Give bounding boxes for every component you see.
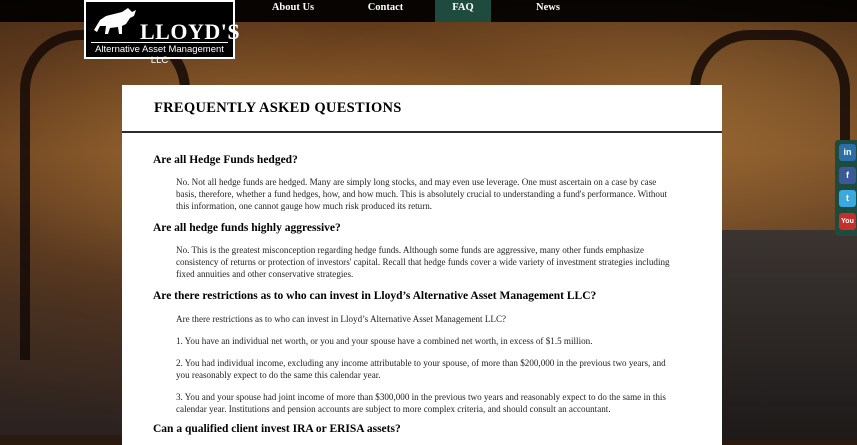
faq-question: Are all Hedge Funds hedged? (153, 154, 298, 166)
main-nav: About Us Contact FAQ News (250, 0, 605, 22)
faq-answer: 1. You have an individual net worth, or … (176, 336, 593, 346)
facebook-icon[interactable]: f (839, 167, 856, 184)
logo-tagline: Alternative Asset Management LLC (91, 42, 228, 66)
faq-answer: 2. You had individual income, excluding … (176, 358, 666, 381)
faq-question: Can a qualified client invest IRA or ERI… (153, 423, 401, 435)
company-logo[interactable]: LLOYD'S Alternative Asset Management LLC (84, 0, 240, 66)
linkedin-icon[interactable]: in (839, 144, 856, 161)
faq-question: Are there restrictions as to who can inv… (153, 290, 597, 302)
title-divider (122, 131, 722, 133)
page-title: FREQUENTLY ASKED QUESTIONS (154, 100, 402, 116)
nav-item-news[interactable]: News (491, 0, 605, 22)
faq-answer: No. This is the greatest misconception r… (176, 245, 670, 280)
nav-item-faq[interactable]: FAQ (435, 0, 491, 22)
faq-answer: No. Not all hedge funds are hedged. Many… (176, 177, 668, 212)
content-panel: FREQUENTLY ASKED QUESTIONS Are all Hedge… (122, 85, 722, 445)
faq-answer: 3. You and your spouse had joint income … (176, 392, 666, 415)
background-table (720, 230, 857, 440)
social-sidebar: in f t You (835, 140, 857, 236)
nav-item-about-us[interactable]: About Us (250, 0, 336, 22)
twitter-icon[interactable]: t (839, 190, 856, 207)
nav-item-contact[interactable]: Contact (336, 0, 435, 22)
faq-answer: Are there restrictions as to who can inv… (176, 314, 507, 324)
faq-question: Are all hedge funds highly aggressive? (153, 222, 341, 234)
panel-header: FREQUENTLY ASKED QUESTIONS (122, 85, 722, 133)
youtube-icon[interactable]: You (839, 213, 856, 230)
bull-logo-icon (94, 8, 136, 34)
